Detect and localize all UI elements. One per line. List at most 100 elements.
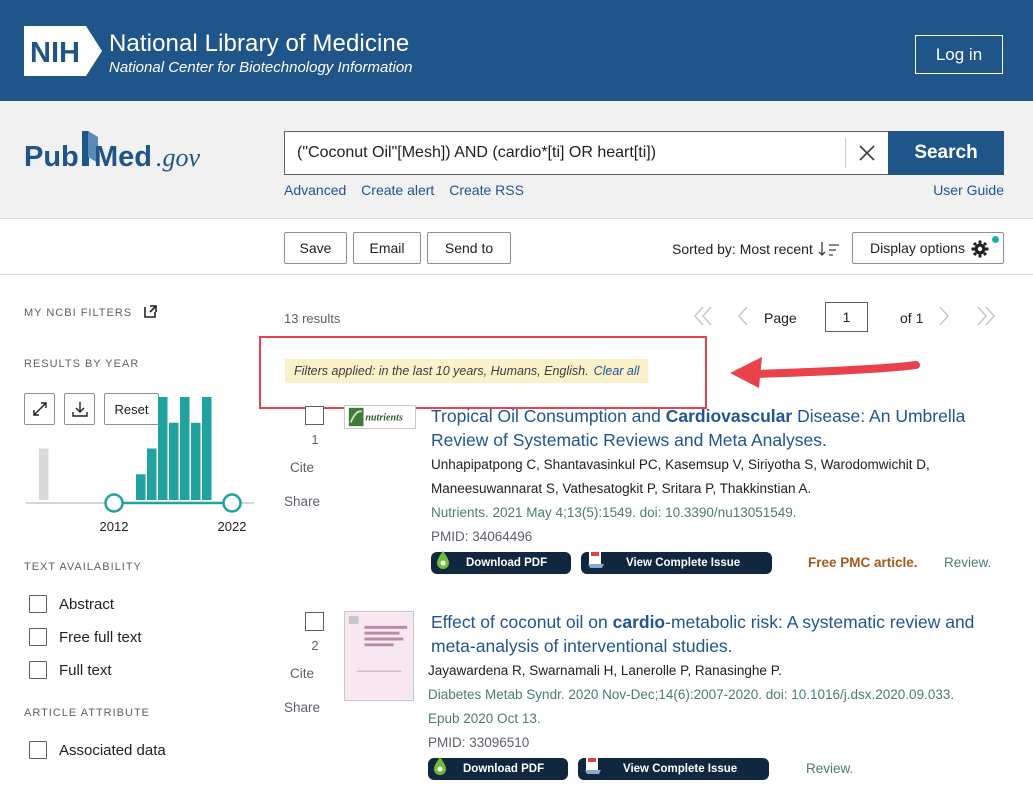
save-button[interactable]: Save [284, 232, 347, 264]
search-sub-links: Advanced Create alert Create RSS [284, 182, 535, 198]
year-bar[interactable] [136, 474, 146, 500]
gear-icon [971, 240, 989, 258]
create-alert-link[interactable]: Create alert [361, 182, 434, 198]
login-button[interactable]: Log in [915, 35, 1003, 74]
result-1-download-pdf-button[interactable]: Download PDF [431, 551, 571, 574]
text-availability-heading: TEXT AVAILABILITY [24, 561, 142, 573]
result-2-journal-line-1: Diabetes Metab Syndr. 2020 Nov-Dec;14(6)… [428, 687, 955, 702]
result-2-journal-thumbnail[interactable] [344, 611, 414, 701]
result-2-view-issue-button[interactable]: View Complete Issue [578, 756, 769, 780]
svg-text:Pub: Pub [24, 141, 79, 173]
result-1-view-issue-button[interactable]: View Complete Issue [581, 550, 772, 574]
first-page-icon[interactable] [692, 300, 714, 332]
journal-issue-icon [585, 756, 601, 774]
display-options-button[interactable]: Display options [852, 232, 1004, 264]
associated-data-checkbox[interactable] [29, 741, 47, 759]
result-2-cite[interactable]: Cite [284, 666, 320, 681]
page-label: Page [764, 310, 797, 326]
result-1-authors-line-1: Unhapipatpong C, Shantavasinkul PC, Kase… [431, 457, 930, 472]
year-start-label: 2012 [100, 519, 129, 534]
sort-selector[interactable]: Sorted by: Most recent [672, 240, 840, 258]
notification-dot [992, 236, 999, 243]
abstract-checkbox[interactable] [29, 595, 47, 613]
my-ncbi-filters-label: MY NCBI FILTERS [24, 307, 133, 319]
free-full-text-checkbox[interactable] [29, 628, 47, 646]
year-bar-excluded[interactable] [39, 448, 49, 501]
result-1-view-issue-label: View Complete Issue [626, 557, 741, 569]
sort-icon [818, 242, 839, 256]
result-2-download-pdf-label: Download PDF [463, 763, 545, 775]
page-number-input[interactable]: 1 [825, 302, 868, 332]
advanced-link[interactable]: Advanced [284, 182, 346, 198]
search-button[interactable]: Search [888, 131, 1004, 175]
svg-text:NIH: NIH [30, 37, 80, 69]
pdf-drop-icon [434, 757, 446, 775]
associated-data-label: Associated data [59, 741, 166, 759]
nih-banner: NIH National Library of Medicine Nationa… [0, 0, 1033, 101]
full-text-checkbox[interactable] [29, 661, 47, 679]
range-handle-end[interactable] [222, 493, 242, 513]
search-input[interactable] [285, 132, 845, 174]
sort-label: Sorted by: Most recent [672, 241, 813, 257]
result-2-authors: Jayawardena R, Swarnamali H, Lanerolle P… [428, 663, 782, 678]
year-bar[interactable] [147, 448, 157, 501]
year-end-label: 2022 [218, 519, 247, 534]
result-1-checkbox[interactable] [305, 406, 324, 425]
display-options-label: Display options [870, 240, 965, 256]
filter-free-full-text[interactable]: Free full text [29, 628, 142, 646]
pubmed-logo[interactable]: Pub Med .gov [24, 125, 214, 183]
close-icon [859, 145, 875, 161]
result-2-title-keyword: cardio [612, 612, 666, 632]
abstract-label: Abstract [59, 595, 115, 613]
result-1-free-pmc-link[interactable]: Free PMC article. [808, 555, 918, 570]
result-2-pmid: PMID: 33096510 [428, 735, 530, 750]
last-page-icon[interactable] [975, 300, 997, 332]
result-1-share[interactable]: Share [284, 494, 320, 509]
result-1-authors-line-2: Maneesuwannarat S, Vathesatogkit P, Srit… [431, 481, 812, 496]
svg-text:nutrients: nutrients [365, 413, 403, 424]
prev-page-icon[interactable] [735, 300, 751, 332]
results-by-year-chart[interactable]: 2012 2022 [24, 395, 256, 540]
highlight-box [259, 336, 707, 409]
result-1-journal-thumbnail[interactable]: nutrients [344, 405, 416, 429]
filter-associated-data[interactable]: Associated data [29, 741, 166, 759]
year-bar[interactable] [158, 397, 168, 500]
result-1-journal: Nutrients. 2021 May 4;13(5):1549. doi: 1… [431, 505, 797, 520]
clear-search-button[interactable] [845, 138, 888, 168]
my-ncbi-filters-heading[interactable]: MY NCBI FILTERS [24, 305, 157, 319]
full-text-label: Full text [59, 661, 112, 679]
year-bar[interactable] [191, 422, 201, 500]
filter-full-text[interactable]: Full text [29, 661, 112, 679]
result-2-download-pdf-button[interactable]: Download PDF [428, 757, 568, 780]
year-bar[interactable] [169, 422, 179, 500]
range-handle-start[interactable] [104, 493, 124, 513]
svg-text:Med: Med [94, 141, 152, 173]
result-1-article-type: Review. [944, 555, 992, 570]
send-to-button[interactable]: Send to [427, 232, 511, 264]
result-1-title-link[interactable]: Tropical Oil Consumption and Cardiovascu… [431, 404, 1001, 452]
result-1-cite[interactable]: Cite [284, 460, 320, 475]
external-link-icon [144, 305, 157, 318]
result-2-view-issue-label: View Complete Issue [623, 763, 738, 775]
result-2-checkbox[interactable] [305, 612, 324, 631]
ncbi-subtitle: National Center for Biotechnology Inform… [109, 59, 413, 76]
search-band: Pub Med .gov Search Advanced Create aler… [0, 101, 1033, 219]
result-2-article-type: Review. [806, 761, 854, 776]
chart-bars [39, 397, 212, 500]
result-1-title-keyword: Cardiovascular [665, 406, 793, 426]
result-2-number: 2 [311, 638, 319, 653]
filter-abstract[interactable]: Abstract [29, 595, 114, 613]
result-2-share[interactable]: Share [284, 700, 320, 715]
create-rss-link[interactable]: Create RSS [449, 182, 524, 198]
journal-issue-icon [588, 550, 604, 568]
year-bar[interactable] [180, 397, 190, 500]
search-box [284, 131, 888, 175]
user-guide-link[interactable]: User Guide [933, 182, 1004, 198]
email-button[interactable]: Email [353, 232, 421, 264]
nlm-title[interactable]: National Library of Medicine [109, 30, 409, 58]
next-page-icon[interactable] [936, 300, 952, 332]
nih-logo[interactable]: NIH [24, 26, 102, 76]
result-2-journal-line-2: Epub 2020 Oct 13. [428, 711, 541, 726]
result-2-title-link[interactable]: Effect of coconut oil on cardio-metaboli… [431, 610, 1001, 658]
year-bar[interactable] [202, 397, 212, 500]
